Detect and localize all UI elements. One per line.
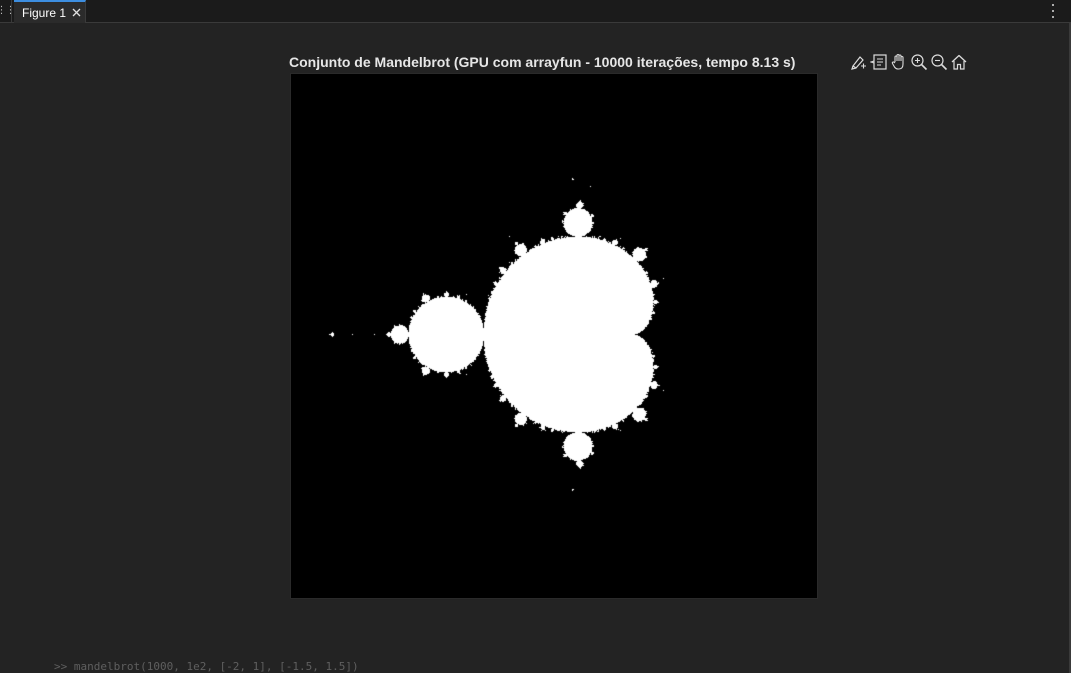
tab-strip: ⋮⋮ Figure 1 [0,0,1071,23]
mandelbrot-image [291,74,817,598]
home-icon[interactable] [950,53,968,71]
panel-grip-icon[interactable]: ⋮⋮ [0,0,16,22]
tab-label: Figure 1 [22,5,67,20]
background-command-text: >> mandelbrot(1000, 1e2, [-2, 1], [-1.5,… [54,660,359,673]
plot-axes[interactable] [290,73,818,599]
figure-window: ⋮⋮ Figure 1 >> mandelbrot(1000, 1e2, [-2… [0,0,1071,673]
close-icon[interactable] [71,8,81,18]
datatip-icon[interactable] [870,53,888,71]
axes-toolbar [850,52,968,72]
zoom-in-icon[interactable] [910,53,928,71]
brush-icon[interactable] [850,53,868,71]
hand-icon[interactable] [890,53,908,71]
tab-figure-1[interactable]: Figure 1 [14,0,86,23]
figure-title: Conjunto de Mandelbrot (GPU com arrayfun… [289,54,796,70]
zoom-out-icon[interactable] [930,53,948,71]
kebab-menu-icon[interactable] [1049,4,1057,18]
